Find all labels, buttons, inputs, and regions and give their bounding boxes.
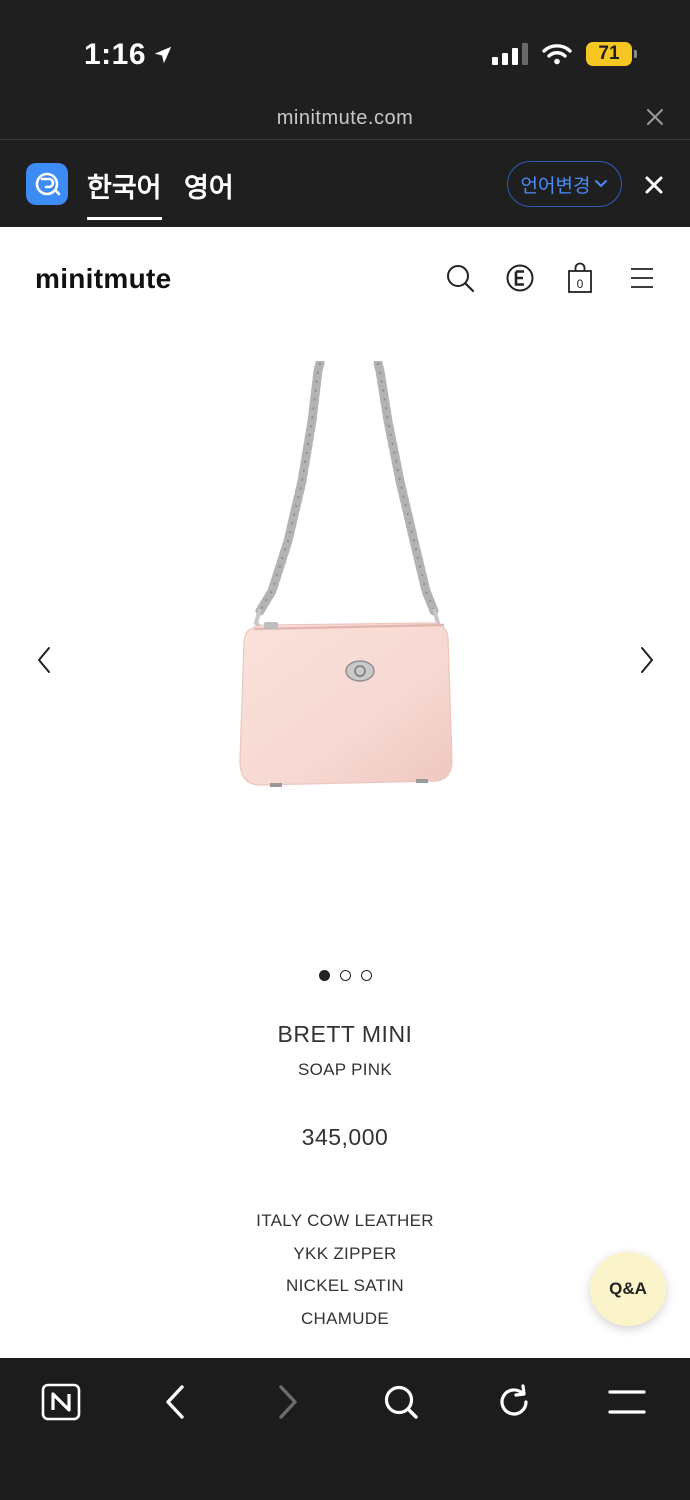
papago-icon[interactable] bbox=[26, 163, 68, 205]
chevron-left-icon[interactable] bbox=[34, 645, 54, 675]
site-header: minitmute 0 bbox=[0, 227, 690, 327]
forward-icon[interactable] bbox=[266, 1380, 310, 1424]
change-language-label: 언어변경 bbox=[520, 175, 591, 197]
product-price: 345,000 bbox=[301, 1124, 389, 1150]
product-detail: ITALY COW LEATHER bbox=[256, 1211, 434, 1230]
search-icon[interactable] bbox=[444, 262, 476, 294]
carousel-dot[interactable] bbox=[339, 970, 351, 981]
product-detail: NICKEL SATIN bbox=[286, 1276, 404, 1295]
carousel-dot[interactable] bbox=[360, 970, 372, 981]
site-logo[interactable]: minitmute bbox=[35, 263, 171, 295]
reload-icon[interactable] bbox=[492, 1380, 536, 1424]
product-detail: CHAMUDE bbox=[300, 1309, 390, 1328]
browser-bottom-toolbar bbox=[0, 1358, 690, 1500]
status-time: 1:16 bbox=[84, 38, 174, 72]
signal-icon bbox=[492, 43, 528, 65]
tab-english[interactable]: 영어 bbox=[184, 166, 234, 205]
location-arrow-icon bbox=[154, 46, 172, 64]
chevron-right-icon[interactable] bbox=[637, 645, 657, 675]
qa-button[interactable]: Q&A bbox=[590, 1252, 666, 1326]
product-name: BRETT MINI bbox=[277, 1021, 413, 1047]
url-text: minitmute.com bbox=[276, 107, 414, 129]
product-color: SOAP PINK bbox=[297, 1060, 393, 1079]
cart-count: 0 bbox=[577, 277, 584, 291]
product-image bbox=[239, 361, 453, 787]
shopping-bag-icon[interactable]: 0 bbox=[564, 262, 596, 294]
battery-icon: 71 bbox=[586, 42, 637, 66]
change-language-button[interactable]: 언어변경 bbox=[507, 161, 622, 207]
status-indicators: 71 bbox=[492, 42, 637, 66]
url-bar[interactable]: minitmute.com bbox=[0, 107, 690, 130]
naver-icon[interactable] bbox=[39, 1380, 83, 1424]
qa-button-label: Q&A bbox=[609, 1279, 647, 1298]
carousel-dot[interactable] bbox=[318, 970, 330, 981]
currency-e-icon[interactable] bbox=[504, 262, 536, 294]
chevron-down-icon bbox=[595, 180, 608, 188]
translate-bar: 한국어 영어 언어변경 bbox=[0, 140, 690, 227]
back-icon[interactable] bbox=[153, 1380, 197, 1424]
menu-icon[interactable] bbox=[626, 262, 658, 294]
wifi-icon bbox=[542, 44, 572, 65]
close-icon[interactable] bbox=[646, 108, 664, 126]
close-icon[interactable] bbox=[644, 175, 664, 195]
product-detail: YKK ZIPPER bbox=[293, 1244, 397, 1263]
carousel-dots bbox=[0, 970, 690, 981]
menu-icon[interactable] bbox=[605, 1380, 649, 1424]
status-time-text: 1:16 bbox=[84, 38, 147, 71]
product-carousel[interactable] bbox=[0, 327, 690, 947]
battery-level: 71 bbox=[598, 43, 620, 64]
search-icon[interactable] bbox=[379, 1380, 423, 1424]
browser-top-bar: 1:16 71 minitmute.com bbox=[0, 0, 690, 140]
tab-korean[interactable]: 한국어 bbox=[87, 166, 162, 220]
